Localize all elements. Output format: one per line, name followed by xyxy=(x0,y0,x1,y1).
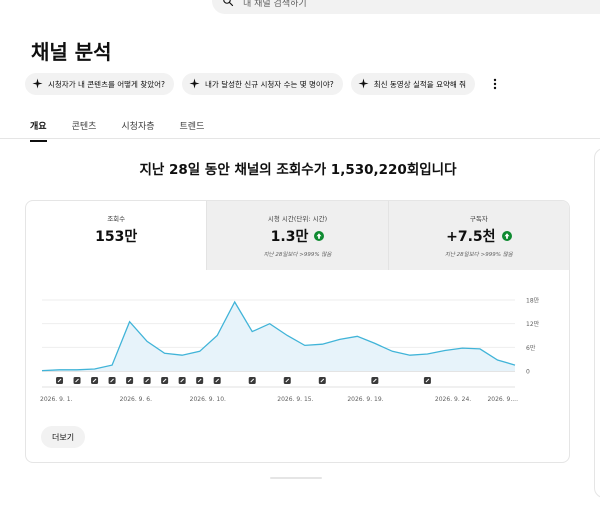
sparkle-icon xyxy=(189,77,205,91)
sparkle-icon xyxy=(32,77,48,91)
upload-marker xyxy=(318,377,326,384)
search-bar[interactable]: 내 채널 검색하기 xyxy=(212,0,600,14)
tabs-divider xyxy=(0,138,600,139)
y-tick-label: 6만 xyxy=(526,344,536,352)
sparkle-icon xyxy=(358,77,374,91)
side-panel xyxy=(594,148,600,498)
upload-marker xyxy=(178,377,186,384)
metric-comparison: 지난 28일보다 >999% 많음 xyxy=(444,252,513,258)
overview-card: 조회수 153만 시청 시간(단위: 시간) 1.3만 지난 28일보다 >99… xyxy=(25,200,570,463)
upload-marker xyxy=(56,377,64,384)
more-options-icon[interactable] xyxy=(487,73,503,95)
metric-value: 153만 xyxy=(95,229,138,245)
x-tick-label: 2026. 9. 15. xyxy=(277,396,313,403)
x-tick-label: 2026. 9. 1. xyxy=(40,396,73,403)
series-area xyxy=(42,302,515,371)
upload-marker xyxy=(213,377,221,384)
search-input[interactable]: 내 채널 검색하기 xyxy=(243,0,307,9)
upload-marker xyxy=(91,377,99,384)
see-more-button[interactable]: 더보기 xyxy=(41,426,86,448)
arrow-up-icon xyxy=(314,231,325,241)
metric-value: +7.5천 xyxy=(446,229,496,245)
upload-marker xyxy=(196,377,204,384)
suggestion-chip-label: 최신 동영상 실적을 요약해 줘 xyxy=(373,79,467,89)
metric-label: 시청 시간(단위: 시간) xyxy=(267,215,328,223)
suggestion-chip-3[interactable]: 최신 동영상 실적을 요약해 줘 xyxy=(350,73,476,95)
suggestion-chips: 시청자가 내 콘텐츠를 어떻게 찾았어? 내가 달성한 신규 시청자 수는 몇 … xyxy=(25,73,503,95)
views-chart: 06만12만18만 2026. 9. 1. 2026. 9. 6. 2026. 9.… xyxy=(40,297,540,404)
x-axis-labels: 2026. 9. 1. 2026. 9. 6. 2026. 9. 10. 2026. … xyxy=(40,396,518,403)
suggestion-chip-label: 시청자가 내 콘텐츠를 어떻게 찾았어? xyxy=(48,79,166,89)
x-tick-label: 2026. 9. 6. xyxy=(120,396,153,403)
upload-marker xyxy=(143,377,151,384)
metric-label: 조회수 xyxy=(107,215,126,223)
y-axis-labels: 0 6만 12만 18만 xyxy=(526,297,540,376)
search-icon xyxy=(222,0,234,11)
upload-marker xyxy=(73,377,81,384)
x-tick-label: 2026. 9. 10. xyxy=(190,396,226,403)
arrow-up-icon xyxy=(501,231,512,241)
y-tick-label: 18만 xyxy=(526,297,540,305)
x-tick-label: 2026. 9. 19. xyxy=(347,396,383,403)
upload-marker xyxy=(371,377,379,384)
upload-marker xyxy=(248,377,256,384)
x-tick-label: 2026. 9.... xyxy=(487,396,518,403)
summary-headline: 지난 28일 동안 채널의 조회수가 1,530,220회입니다 xyxy=(139,162,457,178)
suggestion-chip-2[interactable]: 내가 달성한 신규 시청자 수는 몇 명이야? xyxy=(182,73,343,95)
y-tick-label: 0 xyxy=(526,369,530,376)
metric-label: 구독자 xyxy=(469,215,488,223)
metric-tabs: 조회수 153만 시청 시간(단위: 시간) 1.3만 지난 28일보다 >99… xyxy=(26,201,569,270)
metric-watch-time[interactable]: 시청 시간(단위: 시간) 1.3만 지난 28일보다 >999% 많음 xyxy=(206,201,388,270)
metric-views[interactable]: 조회수 153만 xyxy=(26,201,206,270)
upload-marker xyxy=(161,377,169,384)
suggestion-chip-label: 내가 달성한 신규 시청자 수는 몇 명이야? xyxy=(205,79,334,89)
upload-markers xyxy=(42,377,515,388)
upload-marker xyxy=(283,377,291,384)
metric-comparison: 지난 28일보다 >999% 많음 xyxy=(263,252,332,258)
x-tick-label: 2026. 9. 24. xyxy=(435,396,471,403)
metric-subscribers[interactable]: 구독자 +7.5천 지난 28일보다 >999% 많음 xyxy=(387,201,569,270)
upload-marker xyxy=(423,377,431,384)
upload-marker xyxy=(108,377,116,384)
page-title: 채널 분석 xyxy=(31,40,112,64)
metric-value: 1.3만 xyxy=(270,229,309,245)
y-tick-label: 12만 xyxy=(526,320,540,328)
horizontal-scrollbar[interactable] xyxy=(270,477,322,479)
suggestion-chip-1[interactable]: 시청자가 내 콘텐츠를 어떻게 찾았어? xyxy=(25,73,175,95)
upload-marker xyxy=(126,377,134,384)
